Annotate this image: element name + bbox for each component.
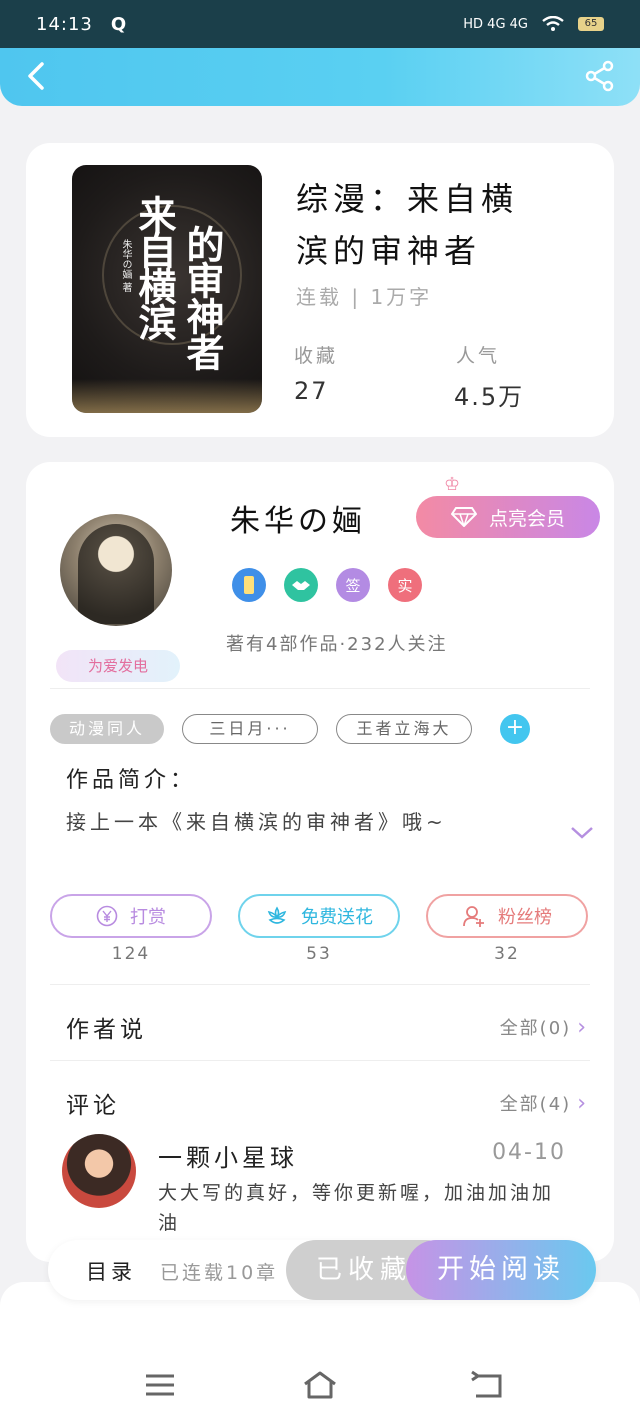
- flower-count: 53: [306, 944, 332, 964]
- book-cover[interactable]: 来自横滨 的审神者 朱华の婳 著: [72, 165, 262, 413]
- cover-title-col2: 的审神者: [180, 225, 225, 369]
- start-reading-button[interactable]: 开始阅读: [406, 1240, 596, 1300]
- toc-button[interactable]: 目录: [86, 1256, 136, 1286]
- intro-text: 接上一本《来自横滨的审神者》哦~: [66, 810, 447, 834]
- author-says-more[interactable]: 全部(0) ›: [500, 1014, 588, 1040]
- phone-badge-icon[interactable]: [232, 568, 266, 602]
- system-nav-bar: [0, 1282, 640, 1422]
- vip-button[interactable]: ♔ 点亮会员: [416, 474, 600, 538]
- tag-list: 动漫同人 三日月··· 王者立海大 +: [50, 714, 530, 744]
- fans-icon: [463, 906, 484, 927]
- tag-item[interactable]: 三日月···: [182, 714, 318, 744]
- fans-rank-button[interactable]: 粉丝榜: [426, 894, 588, 938]
- diamond-icon: [450, 507, 477, 527]
- chevron-left-icon: [28, 62, 44, 90]
- vip-button-label: 点亮会员: [488, 507, 565, 530]
- tag-item[interactable]: 王者立海大: [336, 714, 472, 744]
- network-indicator: HD 4G 4G: [463, 16, 528, 32]
- favorites-value: 27: [294, 377, 329, 405]
- status-time: 14:13: [36, 13, 93, 35]
- comment-date: 04-10: [492, 1140, 566, 1165]
- tip-count: 124: [111, 944, 151, 964]
- detail-card: 为爱发电 朱华の婳 ♔ 点亮会员 签 实 著有4部作品·232人关注 动漫同人 …: [26, 462, 614, 1262]
- send-flower-label: 免费送花: [301, 907, 373, 928]
- fans-count: 32: [494, 944, 520, 964]
- status-bar: 14:13 Q HD 4G 4G 65: [0, 0, 640, 48]
- comments-title: 评论: [66, 1093, 120, 1119]
- divider: [50, 984, 590, 985]
- flower-icon: [267, 906, 287, 924]
- handshake-badge-icon[interactable]: [284, 568, 318, 602]
- share-button[interactable]: [584, 60, 616, 92]
- divider: [50, 688, 590, 689]
- author-name[interactable]: 朱华の婳: [230, 496, 366, 540]
- top-bar: [0, 48, 640, 106]
- add-tag-button[interactable]: +: [500, 714, 530, 744]
- home-icon[interactable]: [300, 1370, 340, 1400]
- bottom-action-bar: 目录 已连载10章 已收藏 开始阅读: [48, 1240, 596, 1300]
- verified-badge-icon[interactable]: 实: [388, 568, 422, 602]
- signed-badge-icon[interactable]: 签: [336, 568, 370, 602]
- battery-icon: 65: [578, 17, 604, 31]
- back-nav-icon[interactable]: [468, 1370, 508, 1400]
- book-info-card: 来自横滨 的审神者 朱华の婳 著 综漫：来自横 滨的审神者 连载 | 1万字 收…: [26, 143, 614, 437]
- app-notification-icon: Q: [110, 13, 127, 35]
- expand-chevron-icon[interactable]: [570, 826, 594, 840]
- menu-icon[interactable]: [140, 1370, 180, 1400]
- popularity-label: 人气: [456, 345, 501, 367]
- comments-more-label: 全部(4): [499, 1094, 572, 1115]
- divider: [50, 1060, 590, 1061]
- wifi-icon: [542, 16, 564, 31]
- status-indicators: HD 4G 4G 65: [463, 16, 604, 32]
- book-status: 连载 | 1万字: [296, 285, 433, 309]
- comments-more[interactable]: 全部(4) ›: [500, 1090, 588, 1116]
- cover-author: 朱华の婳 著: [120, 239, 131, 293]
- author-stats: 著有4部作品·232人关注: [226, 634, 448, 655]
- back-button[interactable]: [22, 58, 52, 94]
- share-icon: [585, 60, 614, 92]
- serial-chapters: 已连载10章: [160, 1262, 279, 1284]
- chevron-right-icon: ›: [577, 1090, 588, 1116]
- book-title-line2: 滨的审神者: [296, 232, 482, 270]
- comment-text[interactable]: 大大写的真好，等你更新喔，加油加油加油: [158, 1178, 558, 1238]
- author-badges: 签 实: [232, 568, 422, 602]
- intro-title: 作品简介：: [66, 768, 197, 793]
- cover-cloud-decoration: [72, 379, 262, 413]
- tag-item[interactable]: 动漫同人: [50, 714, 164, 744]
- book-title: 综漫：来自横 滨的审神者: [296, 173, 566, 277]
- cover-title-col1: 来自横滨: [132, 195, 177, 339]
- avatar-figure: [78, 524, 154, 624]
- book-title-line1: 综漫：来自横: [296, 180, 519, 218]
- fans-rank-label: 粉丝榜: [498, 907, 552, 928]
- author-avatar[interactable]: [60, 514, 172, 626]
- send-flower-button[interactable]: 免费送花: [238, 894, 400, 938]
- charge-badge[interactable]: 为爱发电: [56, 650, 180, 682]
- commenter-name[interactable]: 一颗小星球: [158, 1138, 298, 1173]
- commenter-avatar[interactable]: [62, 1134, 136, 1208]
- author-says-title: 作者说: [66, 1017, 147, 1043]
- tip-label: 打赏: [130, 907, 166, 928]
- author-says-more-label: 全部(0): [499, 1018, 572, 1039]
- crown-icon: ♔: [444, 474, 461, 495]
- favorites-label: 收藏: [294, 345, 339, 367]
- popularity-value: 4.5万: [454, 383, 525, 411]
- tip-button[interactable]: 打赏: [50, 894, 212, 938]
- chevron-right-icon: ›: [577, 1014, 588, 1040]
- yen-icon: [96, 905, 118, 927]
